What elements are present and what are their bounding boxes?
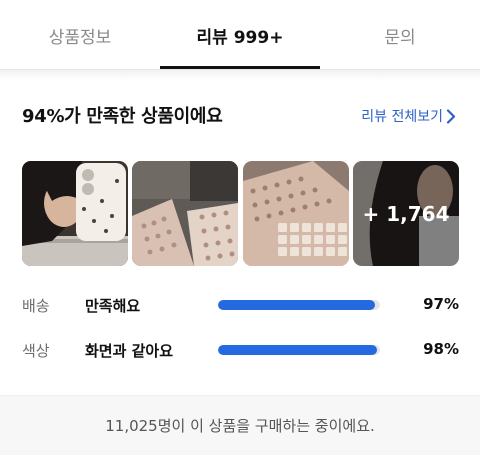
tab-bar: 상품정보 리뷰 999+ 문의 [0,0,480,70]
review-photo-image [132,161,238,266]
stat-label: 배송 [22,297,50,315]
review-photo[interactable] [132,161,238,266]
review-photo[interactable] [243,161,349,266]
review-photo-strip: + 1,764 [22,161,459,266]
chevron-right-icon [446,108,456,124]
tab-reviews[interactable]: 리뷰 999+ [160,0,320,70]
tab-label: 문의 [384,27,416,48]
stat-bar-fill [218,345,377,355]
tab-label: 리뷰 999+ [196,27,284,48]
more-photos-count: + 1,764 [353,161,459,266]
stat-percent: 97% [423,295,459,313]
tab-label: 상품정보 [48,27,112,48]
stat-value: 만족해요 [85,297,141,315]
stat-row-color: 색상 화면과 같아요 98% [22,338,459,362]
stat-value: 화면과 같아요 [85,342,174,360]
view-all-reviews-link[interactable]: 리뷰 전체보기 [361,106,456,126]
stat-row-delivery: 배송 만족해요 97% [22,293,459,317]
stat-label: 색상 [22,342,50,360]
review-photo-image [22,161,128,266]
stat-percent: 98% [423,340,459,358]
tab-product-info[interactable]: 상품정보 [0,0,160,70]
satisfaction-headline: 94%가 만족한 상품이에요 [22,106,223,127]
purchase-count-text: 11,025명이 이 상품을 구매하는 중이에요. [105,417,375,435]
review-photo[interactable] [22,161,128,266]
view-all-label: 리뷰 전체보기 [361,109,443,125]
active-tab-indicator [160,66,320,69]
tab-inquiry[interactable]: 문의 [320,0,480,70]
stat-bar-fill [218,300,376,310]
stat-bar-track [218,345,380,355]
review-photo-image [243,161,349,266]
stat-bar-track [218,300,380,310]
purchase-count-banner: 11,025명이 이 상품을 구매하는 중이에요. [0,395,480,455]
review-photo-more[interactable]: + 1,764 [353,161,459,266]
tab-bar-shadow [0,70,480,80]
